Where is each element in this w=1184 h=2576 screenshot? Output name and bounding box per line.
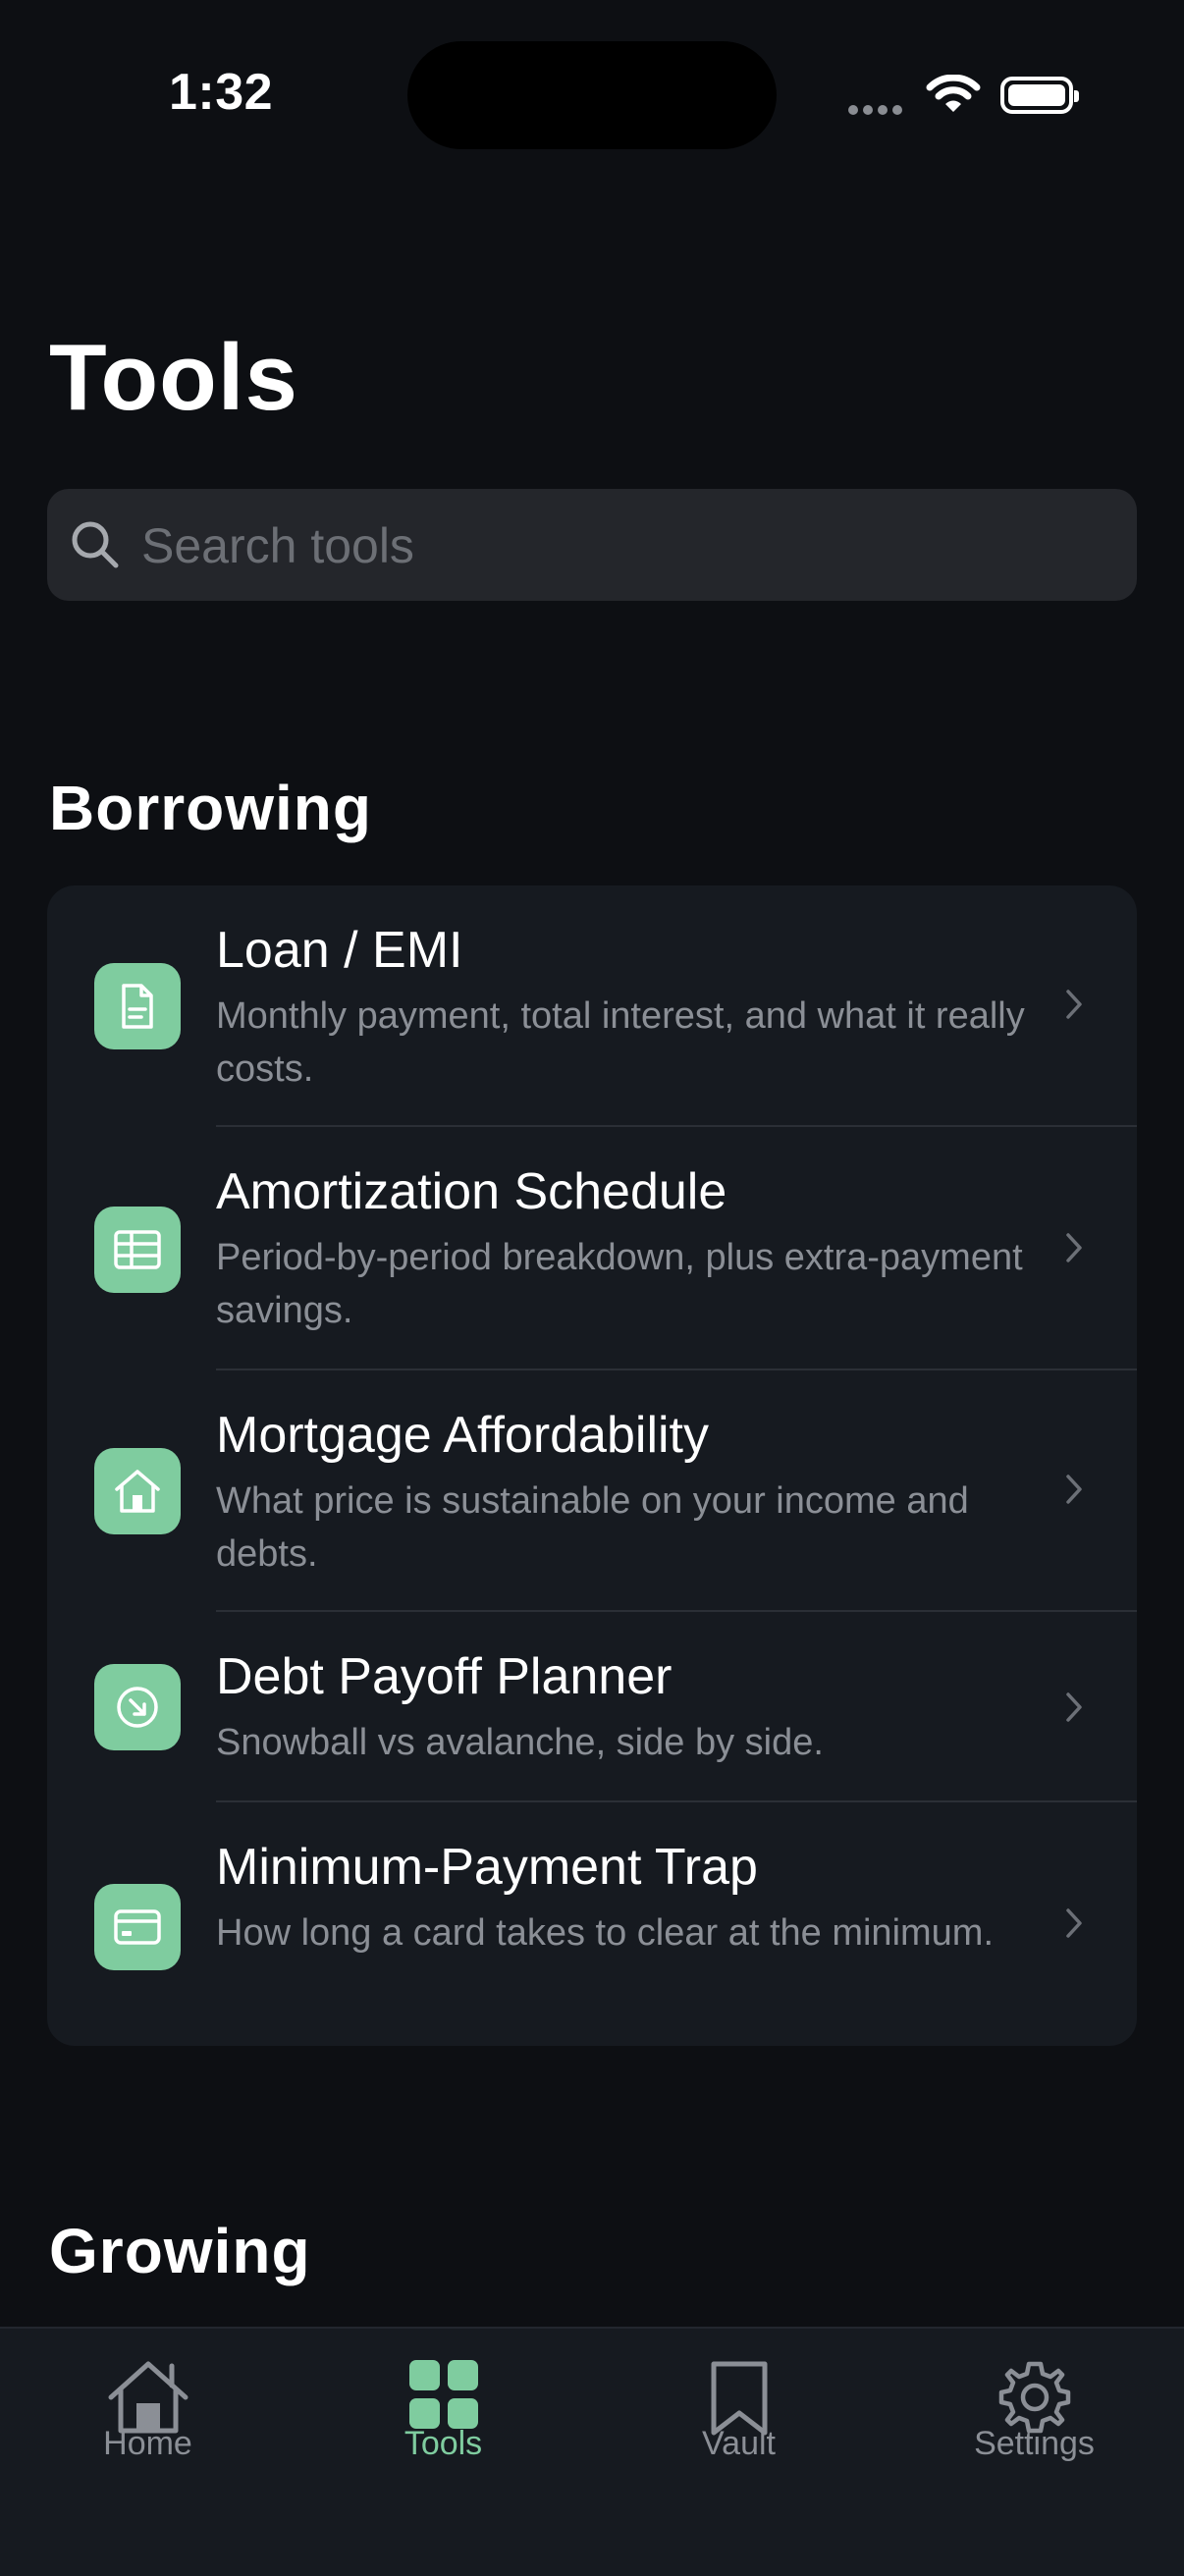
tool-description: Period-by-period breakdown, plus extra-p…	[216, 1237, 1023, 1331]
chevron-right-icon	[1064, 1906, 1084, 1945]
tab-label: Tools	[404, 2425, 483, 2462]
tool-title: Mortgage Affordability	[216, 1407, 709, 1464]
chevron-right-icon	[1064, 1231, 1084, 1269]
table-icon	[94, 1207, 181, 1293]
cellular-signal-icon	[848, 102, 907, 120]
page-title: Tools	[49, 325, 298, 430]
arrow-down-right-circle-icon	[94, 1664, 181, 1750]
tool-title: Amortization Schedule	[216, 1163, 727, 1220]
status-time: 1:32	[169, 64, 274, 121]
tool-title: Loan / EMI	[216, 922, 463, 979]
wifi-icon	[926, 74, 981, 119]
chevron-right-icon	[1064, 1690, 1084, 1729]
tool-title: Minimum-Payment Trap	[216, 1839, 758, 1896]
search-bar[interactable]	[47, 489, 1137, 603]
tool-description: What price is sustainable on your income…	[216, 1480, 969, 1575]
tool-description: Snowball vs avalanche, side by side.	[216, 1722, 824, 1763]
tool-row-mortgage-affordability[interactable]: Mortgage Affordability What price is sus…	[47, 1370, 1137, 1612]
tab-settings[interactable]: Settings	[887, 2329, 1182, 2525]
chevron-right-icon	[1064, 1473, 1084, 1511]
dynamic-island	[407, 41, 777, 149]
tab-label: Vault	[702, 2425, 776, 2462]
search-icon	[69, 518, 122, 576]
tab-home[interactable]: Home	[0, 2329, 296, 2525]
section-title-borrowing: Borrowing	[49, 773, 372, 843]
tab-vault[interactable]: Vault	[591, 2329, 887, 2525]
battery-icon	[1000, 77, 1079, 114]
tool-title: Debt Payoff Planner	[216, 1648, 673, 1705]
document-icon	[94, 963, 181, 1049]
tab-label: Settings	[974, 2425, 1095, 2462]
house-icon	[94, 1448, 181, 1534]
tool-description: Monthly payment, total interest, and wha…	[216, 995, 1025, 1090]
tool-description: How long a card takes to clear at the mi…	[216, 1912, 995, 1954]
tool-row-loan-emi[interactable]: Loan / EMI Monthly payment, total intere…	[47, 886, 1137, 1127]
chevron-right-icon	[1064, 988, 1084, 1026]
tab-tools[interactable]: Tools	[296, 2329, 591, 2525]
tool-row-minimum-payment-trap[interactable]: Minimum-Payment Trap How long a card tak…	[47, 1802, 1137, 2046]
section-title-growing: Growing	[49, 2216, 311, 2286]
borrowing-tools-list: Loan / EMI Monthly payment, total intere…	[47, 886, 1137, 2046]
credit-card-icon	[94, 1884, 181, 1970]
tool-row-amortization-schedule[interactable]: Amortization Schedule Period-by-period b…	[47, 1127, 1137, 1370]
search-input[interactable]	[139, 489, 1105, 603]
tab-bar: Home Tools Vault Settings	[0, 2327, 1184, 2576]
tab-label: Home	[103, 2425, 192, 2462]
tool-row-debt-payoff-planner[interactable]: Debt Payoff Planner Snowball vs avalanch…	[47, 1612, 1137, 1802]
